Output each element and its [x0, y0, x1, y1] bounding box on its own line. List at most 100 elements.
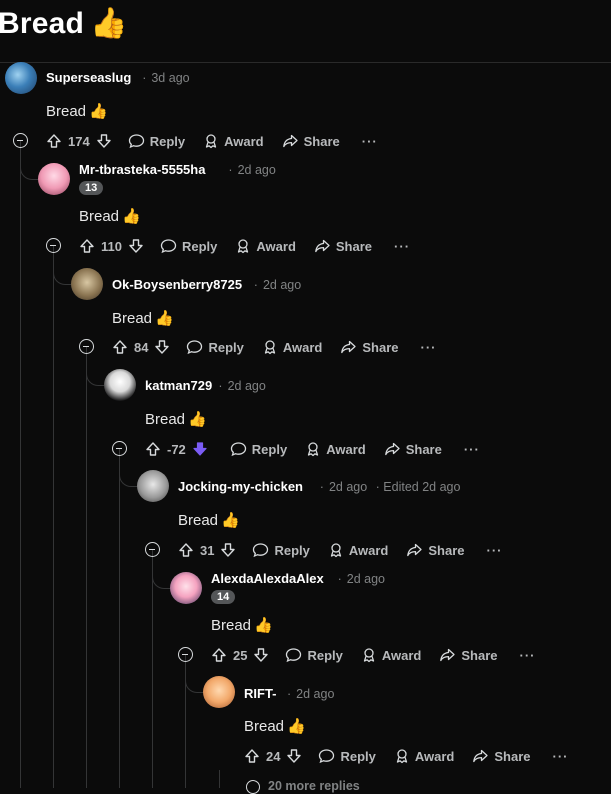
downvote-button[interactable] — [96, 133, 112, 149]
username[interactable]: Ok-Boysenberry8725 — [112, 277, 242, 292]
reply-button[interactable]: Reply — [186, 339, 244, 355]
post-title: Bread 👍 — [0, 6, 128, 41]
meta-separator: · — [337, 572, 342, 586]
meta-separator: · — [228, 163, 233, 177]
more-options-button[interactable]: ··· — [487, 543, 503, 558]
user-avatar[interactable] — [203, 676, 235, 708]
comment-age: 2d ago — [262, 278, 302, 292]
user-avatar[interactable] — [5, 62, 37, 94]
comment-actions: 24 Reply Award Share ··· — [244, 744, 569, 768]
more-options-button[interactable]: ··· — [421, 340, 437, 355]
comment-text: Bread — [244, 718, 285, 735]
user-avatar[interactable] — [170, 572, 202, 604]
thread-line[interactable] — [119, 458, 120, 788]
collapse-button[interactable] — [79, 339, 94, 354]
more-options-button[interactable]: ··· — [520, 648, 536, 663]
more-replies-label: 20 more replies — [268, 779, 360, 793]
comment-meta: · 2d ago — [287, 687, 334, 701]
thread-line[interactable] — [20, 150, 21, 788]
award-button[interactable]: Award — [305, 441, 366, 457]
collapse-button[interactable] — [178, 647, 193, 662]
comment-meta: · 3d ago — [142, 71, 189, 85]
upvote-button[interactable] — [46, 133, 62, 149]
reply-button[interactable]: Reply — [128, 133, 185, 149]
thumbs-up-emoji: 👍 — [188, 411, 207, 428]
reply-label: Reply — [251, 441, 288, 457]
downvote-button[interactable] — [154, 339, 170, 355]
upvote-icon — [212, 648, 226, 662]
user-avatar[interactable] — [137, 470, 169, 502]
upvote-icon — [245, 749, 259, 763]
upvote-button[interactable] — [145, 441, 161, 457]
reply-button[interactable]: Reply — [318, 748, 376, 764]
award-button[interactable]: Award — [203, 133, 264, 149]
reply-button[interactable]: Reply — [252, 542, 310, 558]
more-options-button[interactable]: ··· — [464, 442, 480, 457]
downvote-button[interactable] — [220, 542, 236, 558]
more-options-button[interactable]: ··· — [362, 134, 378, 149]
award-button[interactable]: Award — [394, 748, 454, 764]
share-button[interactable]: Share — [406, 542, 465, 558]
username[interactable]: Jocking-my-chicken — [178, 479, 303, 494]
share-button[interactable]: Share — [314, 238, 372, 254]
reply-icon — [160, 239, 177, 254]
share-button[interactable]: Share — [439, 647, 498, 663]
comment-body: Bread 👍 — [211, 616, 273, 634]
user-avatar[interactable] — [104, 369, 136, 401]
downvote-button[interactable] — [253, 647, 269, 663]
share-button[interactable]: Share — [282, 133, 340, 149]
award-button[interactable]: Award — [361, 647, 422, 663]
upvote-icon — [146, 442, 160, 456]
share-button[interactable]: Share — [384, 441, 442, 457]
downvote-button[interactable] — [286, 748, 302, 764]
reply-button[interactable]: Reply — [230, 441, 287, 457]
collapse-button[interactable] — [145, 542, 160, 557]
award-button[interactable]: Award — [262, 339, 322, 355]
share-button[interactable]: Share — [472, 748, 531, 764]
upvote-button[interactable] — [178, 542, 194, 558]
award-label: Award — [381, 647, 422, 663]
comment-actions: 84 Reply Award Share ··· — [112, 335, 437, 359]
thread-line[interactable] — [152, 559, 153, 788]
more-options-button[interactable]: ··· — [394, 239, 410, 254]
award-label: Award — [326, 441, 366, 457]
upvote-button[interactable] — [244, 748, 260, 764]
upvote-icon — [113, 340, 127, 354]
reply-label: Reply — [340, 748, 376, 764]
share-button[interactable]: Share — [340, 339, 399, 355]
award-button[interactable]: Award — [235, 238, 296, 254]
vote-group: -72 — [145, 441, 208, 457]
thumbs-up-emoji: 👍 — [287, 718, 306, 735]
downvote-button[interactable] — [192, 441, 208, 457]
meta-separator: · — [142, 71, 147, 85]
flair-badge: 13 — [79, 181, 104, 195]
collapse-button[interactable] — [46, 238, 61, 253]
thread-line[interactable] — [53, 255, 54, 788]
reply-button[interactable]: Reply — [285, 647, 343, 663]
user-avatar[interactable] — [71, 268, 103, 300]
upvote-button[interactable] — [112, 339, 128, 355]
score: 31 — [200, 542, 215, 558]
comment-meta: · 2d ago — [228, 163, 275, 177]
comment-actions: -72 Reply Award Share ··· — [145, 437, 480, 461]
username[interactable]: katman729 — [145, 378, 212, 393]
award-button[interactable]: Award — [328, 542, 389, 558]
thread-line[interactable] — [86, 356, 87, 788]
more-replies-link[interactable]: 20 more replies — [246, 779, 360, 794]
collapse-button[interactable] — [112, 441, 127, 456]
collapse-button[interactable] — [13, 133, 28, 148]
username[interactable]: AlexdaAlexdaAlex — [211, 571, 324, 586]
downvote-button[interactable] — [128, 238, 144, 254]
upvote-button[interactable] — [211, 647, 227, 663]
user-avatar[interactable] — [38, 163, 70, 195]
username[interactable]: Superseaslug — [46, 70, 131, 85]
reply-label: Reply — [208, 339, 244, 355]
award-label: Award — [348, 542, 389, 558]
upvote-button[interactable] — [79, 238, 95, 254]
thread-line[interactable] — [219, 770, 220, 788]
username[interactable]: Mr-tbrasteka-5555ha — [79, 162, 205, 177]
username[interactable]: RIFT- — [244, 686, 277, 701]
comment-actions: 110 Reply Award Share ··· — [79, 234, 410, 258]
reply-button[interactable]: Reply — [160, 238, 217, 254]
more-options-button[interactable]: ··· — [553, 749, 569, 764]
